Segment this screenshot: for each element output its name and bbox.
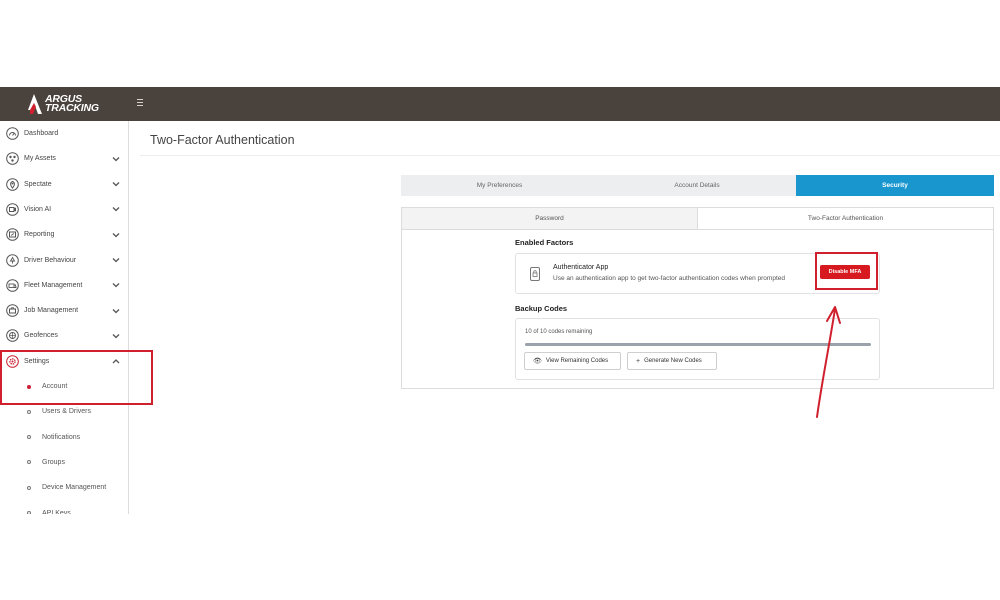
sidebar: Dashboard My Assets Spectate Vision AI Repor… bbox=[0, 121, 129, 514]
sidebar-subitem-groups[interactable]: Groups bbox=[0, 450, 128, 475]
brand-wordmark: ARGUS TRACKING bbox=[45, 94, 99, 114]
tab-account-details[interactable]: Account Details bbox=[598, 175, 796, 196]
chevron-down-icon[interactable] bbox=[112, 232, 120, 238]
chevron-down-icon[interactable] bbox=[112, 156, 120, 162]
assets-icon bbox=[6, 152, 19, 166]
page-title: Two-Factor Authentication bbox=[150, 133, 295, 147]
location-pin-icon bbox=[6, 177, 19, 191]
bullet-icon bbox=[27, 409, 31, 414]
bullet-icon bbox=[27, 485, 31, 490]
chevron-down-icon[interactable] bbox=[112, 257, 120, 263]
geofence-icon bbox=[6, 329, 19, 343]
job-icon bbox=[6, 304, 19, 317]
phone-lock-icon bbox=[530, 267, 540, 281]
sidebar-item-label: Vision AI bbox=[24, 205, 52, 213]
generate-new-codes-button[interactable]: + Generate New Codes bbox=[627, 352, 717, 370]
codes-remaining-text: 10 of 10 codes remaining bbox=[525, 329, 593, 335]
sidebar-subitem-label: Notifications bbox=[42, 433, 81, 441]
sidebar-item-label: Spectate bbox=[24, 180, 52, 188]
sidebar-item-label: Reporting bbox=[24, 231, 55, 239]
bullet-icon bbox=[27, 511, 31, 514]
sidebar-subitem-api-keys[interactable]: API Keys bbox=[0, 501, 128, 515]
sidebar-item-vision-ai[interactable]: Vision AI bbox=[0, 197, 128, 222]
title-divider bbox=[140, 155, 1000, 156]
settings-account-highlight bbox=[0, 350, 153, 405]
top-bar: ARGUS TRACKING bbox=[0, 87, 1000, 121]
menu-toggle-icon[interactable] bbox=[137, 99, 143, 108]
sidebar-item-spectate[interactable]: Spectate bbox=[0, 172, 128, 197]
chevron-down-icon[interactable] bbox=[112, 181, 120, 187]
sidebar-item-driver-behaviour[interactable]: Driver Behaviour bbox=[0, 248, 128, 273]
chevron-down-icon[interactable] bbox=[112, 206, 120, 212]
sidebar-item-label: Job Management bbox=[24, 307, 79, 315]
driver-icon bbox=[6, 253, 19, 267]
chevron-down-icon[interactable] bbox=[112, 333, 120, 339]
factor-description: Use an authentication app to get two-fac… bbox=[553, 275, 785, 282]
tab-security[interactable]: Security bbox=[796, 175, 994, 196]
camera-icon bbox=[6, 203, 19, 216]
report-icon bbox=[6, 228, 19, 241]
subtab-password[interactable]: Password bbox=[402, 208, 697, 229]
brand-line-2: TRACKING bbox=[45, 102, 99, 114]
chevron-down-icon[interactable] bbox=[112, 282, 120, 288]
sidebar-item-reporting[interactable]: Reporting bbox=[0, 222, 128, 247]
sidebar-item-label: My Assets bbox=[24, 155, 56, 163]
subtab-two-factor[interactable]: Two-Factor Authentication bbox=[697, 208, 993, 229]
sidebar-subitem-label: Device Management bbox=[42, 484, 107, 492]
brand-logo[interactable]: ARGUS TRACKING bbox=[28, 93, 99, 115]
sidebar-item-job-management[interactable]: Job Management bbox=[0, 298, 128, 323]
sidebar-item-dashboard[interactable]: Dashboard bbox=[0, 121, 128, 146]
dashboard-icon bbox=[6, 127, 19, 140]
sidebar-item-label: Geofences bbox=[24, 332, 58, 340]
sidebar-subitem-label: Groups bbox=[42, 458, 65, 466]
sidebar-item-fleet-management[interactable]: Fleet Management bbox=[0, 273, 128, 298]
bullet-icon bbox=[27, 435, 31, 440]
backup-codes-heading: Backup Codes bbox=[515, 304, 568, 313]
sidebar-item-geofences[interactable]: Geofences bbox=[0, 323, 128, 348]
app-screen: ARGUS TRACKING Dashboard My Assets Spectat… bbox=[0, 87, 1000, 514]
sidebar-item-label: Fleet Management bbox=[24, 281, 83, 289]
bullet-icon bbox=[27, 460, 31, 465]
plus-icon: + bbox=[636, 357, 641, 365]
sidebar-subitem-label: API Keys bbox=[42, 509, 71, 515]
tab-my-preferences[interactable]: My Preferences bbox=[401, 175, 598, 196]
view-codes-label: View Remaining Codes bbox=[545, 358, 609, 364]
sidebar-item-label: Driver Behaviour bbox=[24, 256, 77, 264]
enabled-factors-heading: Enabled Factors bbox=[515, 238, 574, 247]
factor-title: Authenticator App bbox=[553, 264, 609, 271]
view-remaining-codes-button[interactable]: 👁 View Remaining Codes bbox=[524, 352, 621, 370]
disable-mfa-highlight bbox=[815, 252, 878, 290]
sidebar-subitem-device-management[interactable]: Device Management bbox=[0, 475, 128, 500]
generate-codes-label: Generate New Codes bbox=[644, 358, 702, 364]
fleet-icon bbox=[6, 278, 19, 292]
security-subtabs: Password Two-Factor Authentication bbox=[401, 207, 994, 229]
annotation-arrow-icon bbox=[816, 306, 841, 418]
sidebar-item-label: Dashboard bbox=[24, 130, 59, 137]
chevron-down-icon[interactable] bbox=[112, 308, 120, 314]
sidebar-subitem-notifications[interactable]: Notifications bbox=[0, 425, 128, 450]
sidebar-subitem-label: Users & Drivers bbox=[42, 408, 92, 416]
settings-tabs: My Preferences Account Details Security bbox=[401, 175, 994, 196]
eye-icon: 👁 bbox=[533, 358, 542, 365]
sidebar-item-my-assets[interactable]: My Assets bbox=[0, 146, 128, 171]
argus-logo-icon bbox=[28, 94, 42, 114]
